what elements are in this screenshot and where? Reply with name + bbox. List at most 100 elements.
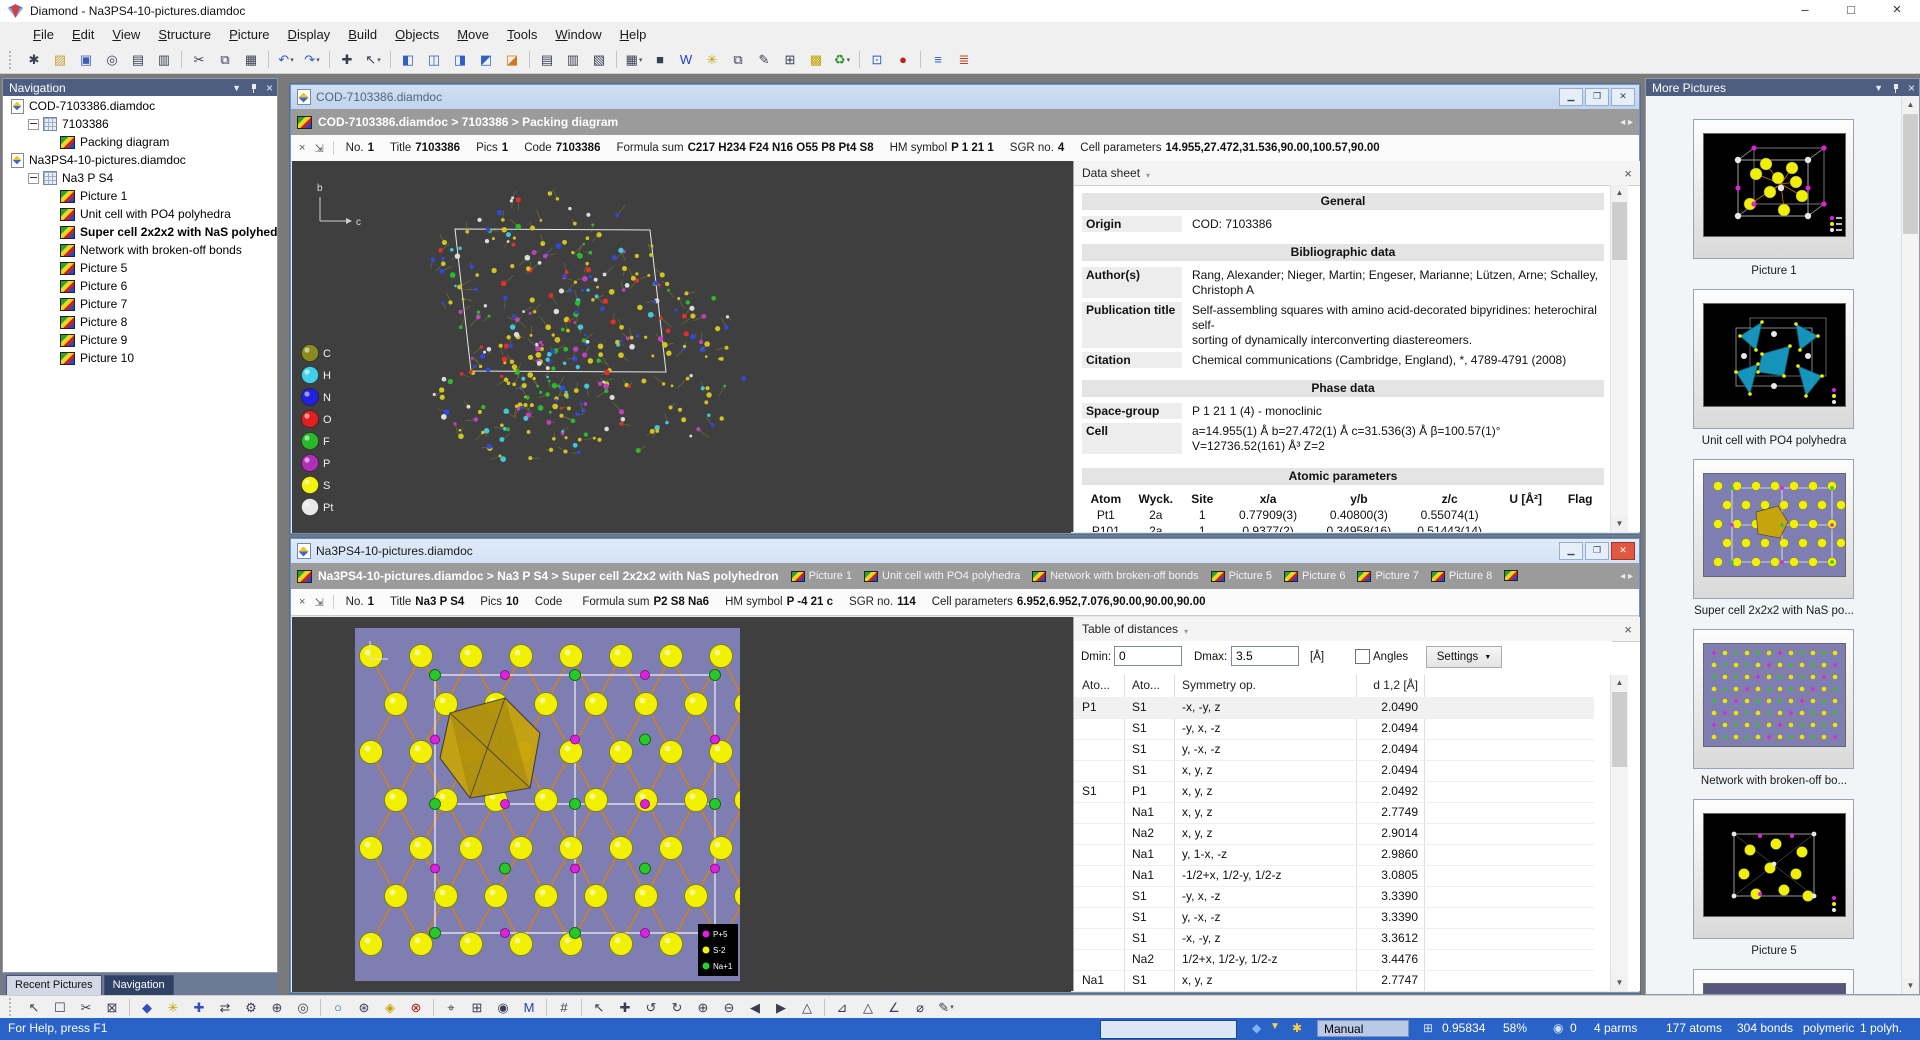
menu-build[interactable]: Build: [339, 24, 386, 45]
close-icon[interactable]: ×: [1908, 81, 1915, 95]
open-document-button[interactable]: ▨: [48, 48, 72, 71]
thumbnail-network-with-broken-off-bo-[interactable]: [1693, 629, 1854, 769]
thumbnail-picture-1[interactable]: [1693, 119, 1854, 259]
menu-edit[interactable]: Edit: [63, 24, 103, 45]
zoom-out-tool[interactable]: ⊖: [717, 996, 741, 1019]
distance-row[interactable]: S1P1x, y, z2.0492: [1074, 781, 1594, 803]
scroll-up-arrow[interactable]: ▲: [1611, 675, 1628, 691]
paste-button[interactable]: ▦: [239, 48, 263, 71]
picture-tab[interactable]: Picture 8: [1431, 570, 1492, 582]
properties-list-button[interactable]: ≡: [926, 48, 950, 71]
table-row[interactable]: P1012a10.9377(2)0.34958(16)0.51443(14): [1082, 523, 1604, 532]
distance-row[interactable]: Na1-1/2+x, 1/2-y, 1/2-z3.0805: [1074, 865, 1594, 887]
supercell-picture-canvas[interactable]: P+5S-2Na+1: [292, 617, 1071, 992]
undo-button[interactable]: ↶▾: [274, 48, 298, 71]
thumbnail-picture-5[interactable]: [1693, 799, 1854, 939]
delete-tool[interactable]: ⊠: [100, 996, 124, 1019]
distance-row[interactable]: Na2x, y, z2.9014: [1074, 823, 1594, 845]
distance-row[interactable]: S1y, -x, -z3.3390: [1074, 907, 1594, 929]
snapshot-tool[interactable]: ◉: [491, 996, 515, 1019]
tree-item[interactable]: Na3PS4-10-pictures.diamdoc: [3, 151, 277, 169]
cod-window-titlebar[interactable]: COD-7103386.diamdoc ▁ ❐ ✕: [291, 85, 1639, 109]
expand-structure-tool[interactable]: ⊕: [265, 996, 289, 1019]
minimize-button[interactable]: –: [1782, 0, 1828, 22]
angles-checkbox[interactable]: [1355, 649, 1370, 664]
breadcrumb[interactable]: COD-7103386.diamdoc > 7103386 > Packing …: [318, 115, 618, 129]
distance-row[interactable]: S1-y, x, -z2.0494: [1074, 718, 1594, 740]
scroll-down-arrow[interactable]: ▼: [1611, 975, 1628, 991]
scroll-down-arrow[interactable]: ▼: [1902, 978, 1919, 994]
table-row[interactable]: Pt12a10.77909(3)0.40800(3)0.55074(1): [1082, 507, 1604, 523]
grid-tool[interactable]: #: [552, 996, 576, 1019]
packing-diagram-canvas[interactable]: bcCHNOFPSPt: [292, 161, 1071, 533]
tree-item[interactable]: Picture 8: [3, 313, 277, 331]
pin-icon[interactable]: [1892, 84, 1900, 92]
picture-tab[interactable]: Picture 6: [1284, 570, 1345, 582]
tree-expander-icon[interactable]: [28, 173, 39, 184]
measure-plane-tool[interactable]: △: [856, 996, 880, 1019]
tree-expander-icon[interactable]: [28, 119, 39, 130]
cut-button[interactable]: ✂: [187, 48, 211, 71]
scroll-thumb[interactable]: [1903, 114, 1918, 234]
menu-file[interactable]: File: [24, 24, 63, 45]
panel-tab-recent-pictures[interactable]: Recent Pictures: [6, 975, 102, 995]
menu-window[interactable]: Window: [546, 24, 610, 45]
datasheet-pane-button[interactable]: ▤: [535, 48, 559, 71]
polyhedra-tool[interactable]: ◈: [378, 996, 402, 1019]
new-document-button[interactable]: ✱: [22, 48, 46, 71]
child-restore-button[interactable]: ❐: [1585, 88, 1609, 106]
scroll-thumb[interactable]: [1612, 202, 1627, 260]
menu-help[interactable]: Help: [611, 24, 656, 45]
distance-row[interactable]: S1y, -x, -z2.0494: [1074, 739, 1594, 761]
chevron-down-icon[interactable]: ▼: [232, 83, 241, 93]
dropdown-arrow-icon[interactable]: ▾: [639, 56, 643, 64]
navigation-pane-button[interactable]: ◧: [396, 48, 420, 71]
dmax-input[interactable]: [1231, 646, 1299, 666]
pointer-button[interactable]: ↖▾: [361, 48, 385, 71]
pan-button[interactable]: ✚: [335, 48, 359, 71]
search-atoms-tool[interactable]: ◎: [291, 996, 315, 1019]
child-minimize-button[interactable]: ▁: [1559, 542, 1583, 560]
tree-item[interactable]: Picture 1: [3, 187, 277, 205]
thumbnail-super-cell-2x2x2-with-nas-po-[interactable]: [1693, 459, 1854, 599]
tree-item[interactable]: Picture 9: [3, 331, 277, 349]
zoom-in-tool[interactable]: ⊕: [691, 996, 715, 1019]
tree-item[interactable]: Packing diagram: [3, 133, 277, 151]
maximize-button[interactable]: □: [1828, 0, 1874, 22]
dropdown-arrow-icon[interactable]: ▾: [950, 1003, 954, 1011]
tree-item[interactable]: 7103386: [3, 115, 277, 133]
chevron-down-icon[interactable]: ▼: [1874, 83, 1883, 93]
unit-cell-tool[interactable]: ⊞: [465, 996, 489, 1019]
tree-item[interactable]: Network with broken-off bonds: [3, 241, 277, 259]
find-button[interactable]: ◎: [100, 48, 124, 71]
scroll-up-arrow[interactable]: ▲: [1902, 97, 1919, 113]
menu-tools[interactable]: Tools: [498, 24, 546, 45]
measure-angle-tool[interactable]: ∠: [882, 996, 906, 1019]
auto-build-tool[interactable]: ⚙: [239, 996, 263, 1019]
settings-button[interactable]: Settings▼: [1426, 646, 1502, 668]
child-close-button[interactable]: ✕: [1611, 88, 1635, 106]
scroll-thumb[interactable]: [1612, 692, 1627, 767]
report-preview-button[interactable]: ⊡: [865, 48, 889, 71]
dropdown-arrow-icon[interactable]: ▾: [847, 56, 851, 64]
pan-mode-tool[interactable]: ✚: [613, 996, 637, 1019]
picture-tab[interactable]: Picture 5: [1211, 570, 1272, 582]
pin-icon[interactable]: [250, 84, 258, 92]
tree-item[interactable]: Picture 10: [3, 349, 277, 367]
chevron-down-icon[interactable]: ▾: [1146, 171, 1150, 180]
picture-tab[interactable]: Unit cell with PO4 polyhedra: [864, 570, 1020, 582]
record-button[interactable]: ●: [891, 48, 915, 71]
rubberband-select-tool[interactable]: ☐: [48, 996, 72, 1019]
print-button[interactable]: ▥: [152, 48, 176, 71]
more-pictures-scrollbar[interactable]: ▲ ▼: [1901, 97, 1919, 994]
toolbar-handle[interactable]: [9, 998, 16, 1016]
word-report-button[interactable]: W: [674, 48, 698, 71]
distance-row[interactable]: S1x, y, z2.0494: [1074, 760, 1594, 782]
child-close-button[interactable]: ✕: [1611, 542, 1635, 560]
distances-pane-button[interactable]: ▥: [561, 48, 585, 71]
print-preview-button[interactable]: ▤: [126, 48, 150, 71]
scroll-down-arrow[interactable]: ▼: [1611, 516, 1628, 532]
exchange-tool[interactable]: ⇄: [213, 996, 237, 1019]
edit-picture-button[interactable]: ✎: [752, 48, 776, 71]
add-atom-tool[interactable]: ◆: [135, 996, 159, 1019]
